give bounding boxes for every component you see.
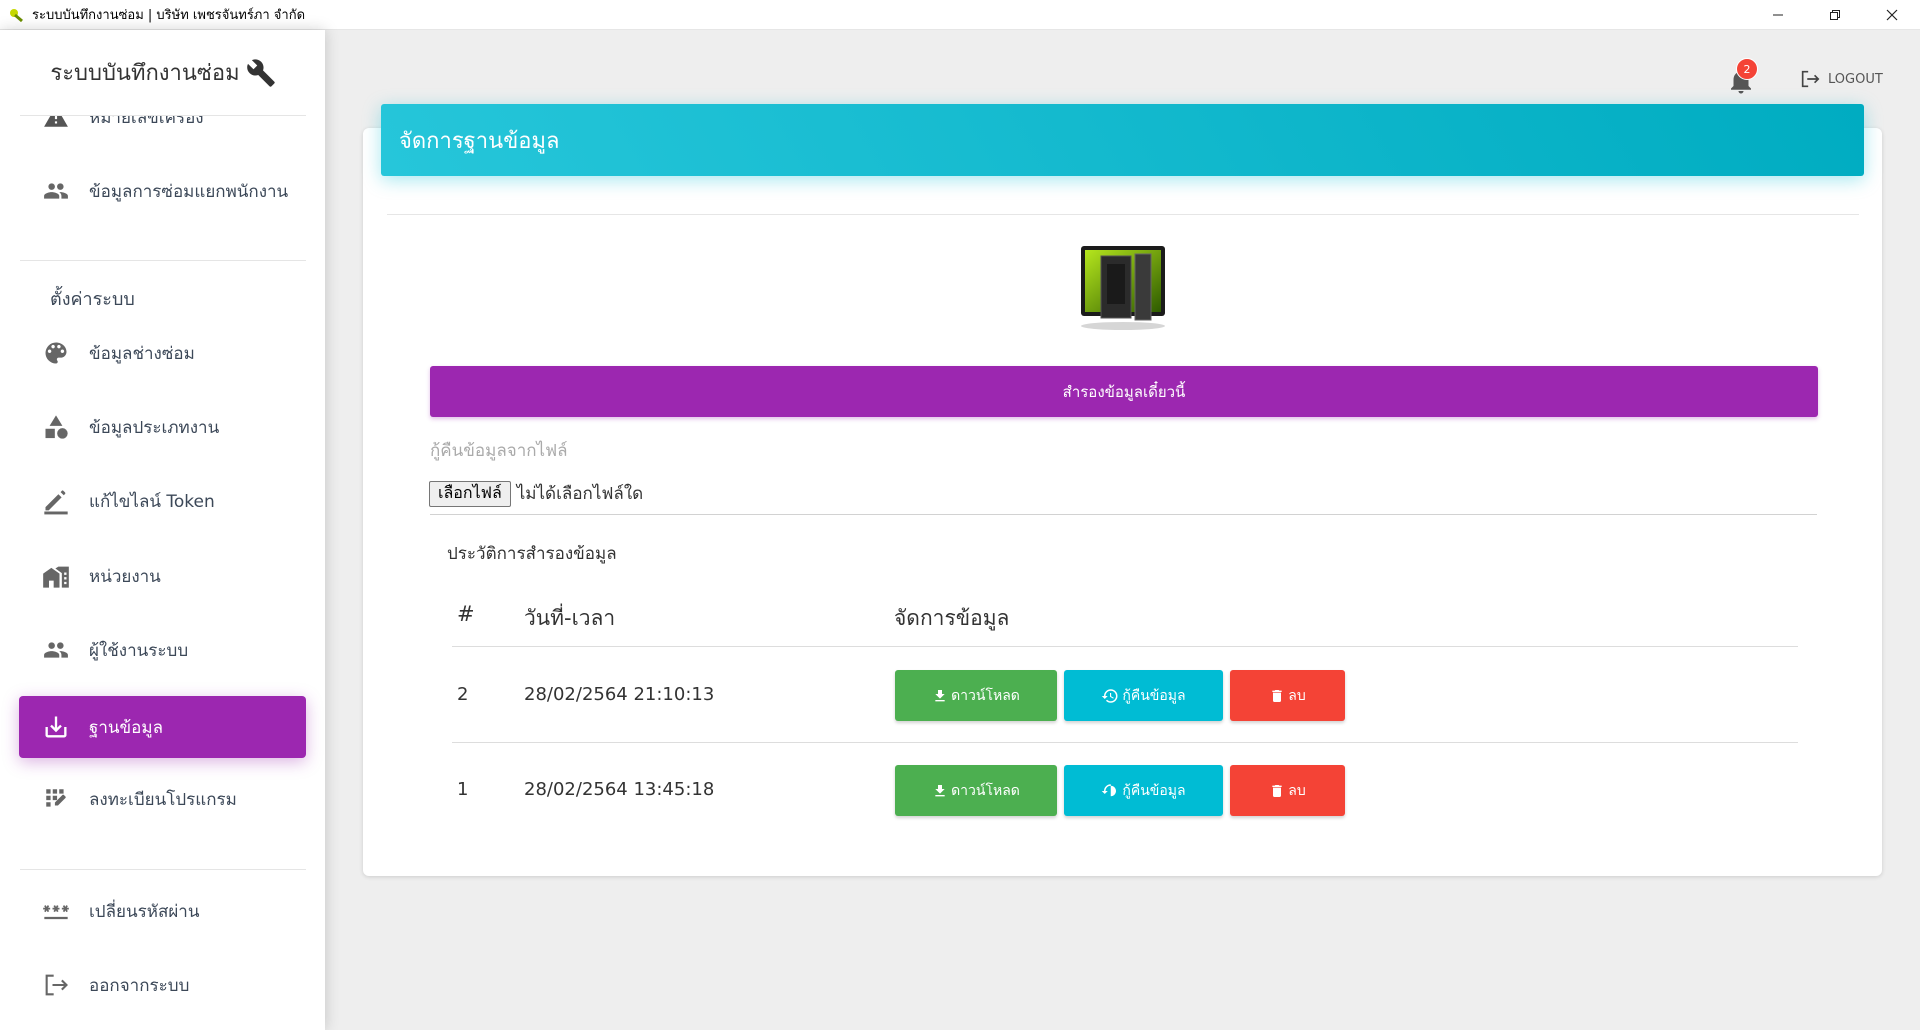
card-divider xyxy=(387,214,1859,215)
grid-edit-icon xyxy=(46,789,66,807)
download-button[interactable]: ดาวน์โหลด xyxy=(895,765,1057,816)
table-divider xyxy=(452,646,1798,647)
server-image xyxy=(1081,246,1165,330)
download-icon xyxy=(935,784,945,796)
restore-button[interactable]: กู้คืนข้อมูล xyxy=(1064,765,1223,816)
sidebar-divider xyxy=(20,260,306,261)
close-icon xyxy=(1886,9,1897,21)
trash-icon xyxy=(1272,689,1282,702)
sidebar-item-register-program[interactable]: ลงทะเบียนโปรแกรม xyxy=(19,768,306,830)
home-work-icon xyxy=(43,566,69,588)
people-icon xyxy=(44,642,68,658)
shapes-icon xyxy=(45,415,68,439)
sidebar-divider xyxy=(20,869,306,870)
sidebar-item-label: ลงทะเบียนโปรแกรม xyxy=(89,789,237,810)
sidebar-item-label: เปลี่ยนรหัสผ่าน xyxy=(89,901,200,922)
sidebar-item-line-token[interactable]: แก้ไขไลน์ Token xyxy=(19,470,306,532)
edit-icon xyxy=(44,490,68,515)
sidebar-item-departments[interactable]: หน่วยงาน xyxy=(19,545,306,607)
palette-icon xyxy=(45,342,67,364)
table-cell-number: 1 xyxy=(457,779,469,800)
restore-window-button[interactable] xyxy=(1806,0,1863,30)
sidebar-item-label: หน่วยงาน xyxy=(89,566,161,587)
backup-history-title: ประวัติการสำรองข้อมูล xyxy=(447,544,617,564)
card-title: จัดการฐานข้อมูล xyxy=(399,128,560,154)
sidebar-item-label: ข้อมูลการซ่อมแยกพนักงาน xyxy=(89,181,289,202)
sidebar-item-system-users[interactable]: ผู้ใช้งานระบบ xyxy=(19,619,306,681)
choose-file-button[interactable]: เลือกไฟล์ xyxy=(429,480,511,507)
people-icon xyxy=(44,183,68,199)
backup-now-button[interactable]: สำรองข้อมูลเดี๋ยวนี้ xyxy=(430,366,1818,417)
trash-icon xyxy=(1272,784,1282,797)
wrench-icon xyxy=(246,58,275,87)
sidebar-item-logout[interactable]: ออกจากระบบ xyxy=(19,954,306,1016)
close-window-button[interactable] xyxy=(1863,0,1920,30)
window-title: ระบบบันทึกงานซ่อม | บริษัท เพชรจันทร์ภา … xyxy=(32,8,306,23)
table-cell-datetime: 28/02/2564 21:10:13 xyxy=(524,684,715,705)
logout-label: LOGOUT xyxy=(1828,71,1883,87)
sidebar-item-label: ออกจากระบบ xyxy=(89,975,190,996)
restore-from-file-label: กู้คืนข้อมูลจากไฟล์ xyxy=(430,441,568,461)
logout-icon xyxy=(1801,70,1820,88)
history-icon xyxy=(1102,783,1117,796)
table-header-number: # xyxy=(457,602,475,626)
sidebar-item-change-password[interactable]: เปลี่ยนรหัสผ่าน xyxy=(19,880,306,942)
restore-window-icon xyxy=(1829,10,1840,20)
sidebar-item-job-types[interactable]: ข้อมูลประเภทงาน xyxy=(19,396,306,458)
sidebar-item-label: ฐานข้อมูล xyxy=(89,717,164,738)
card-header: จัดการฐานข้อมูล xyxy=(381,104,1864,176)
delete-button[interactable]: ลบ xyxy=(1230,670,1345,721)
table-cell-number: 2 xyxy=(457,684,469,705)
file-input[interactable]: เลือกไฟล์ ไม่ได้เลือกไฟล์ใด xyxy=(429,480,643,507)
delete-button[interactable]: ลบ xyxy=(1230,765,1345,816)
minimize-icon xyxy=(1772,14,1783,16)
sidebar-item-label: ข้อมูลช่างซ่อม xyxy=(89,343,195,364)
table-header-datetime: วันที่-เวลา xyxy=(524,606,616,630)
file-status: ไม่ได้เลือกไฟล์ใด xyxy=(516,484,644,504)
minimize-button[interactable] xyxy=(1749,0,1806,30)
sidebar-item-label: ผู้ใช้งานระบบ xyxy=(89,640,189,661)
sidebar: ระบบบันทึกงานซ่อม หมายเลขเครื่อง ระบบบัน… xyxy=(0,30,325,1030)
notification-badge: 2 xyxy=(1736,58,1758,80)
sidebar-item-label: ข้อมูลประเภทงาน xyxy=(89,417,220,438)
window-titlebar: ระบบบันทึกงานซ่อม | บริษัท เพชรจันทร์ภา … xyxy=(0,0,1920,30)
sidebar-brand-overlay: ระบบบันทึกงานซ่อม xyxy=(20,30,306,116)
table-divider xyxy=(452,742,1798,743)
table-cell-datetime: 28/02/2564 13:45:18 xyxy=(524,779,715,800)
logout-link[interactable]: LOGOUT xyxy=(1798,68,1883,90)
file-divider xyxy=(430,514,1817,515)
restore-button[interactable]: กู้คืนข้อมูล xyxy=(1064,670,1223,721)
sidebar-item-technicians[interactable]: ข้อมูลช่างซ่อม xyxy=(19,322,306,384)
sidebar-item-database[interactable]: ฐานข้อมูล xyxy=(19,696,306,758)
table-header-actions: จัดการข้อมูล xyxy=(894,606,1010,630)
download-icon xyxy=(935,689,945,701)
logout-icon xyxy=(45,974,68,996)
sidebar-section-settings: ตั้งค่าระบบ xyxy=(50,289,135,310)
sidebar-item-label: แก้ไขไลน์ Token xyxy=(89,491,215,512)
app-icon xyxy=(10,8,23,22)
download-button[interactable]: ดาวน์โหลด xyxy=(895,670,1057,721)
password-icon xyxy=(43,905,69,920)
download-icon xyxy=(45,716,67,738)
history-icon xyxy=(1102,688,1118,703)
sidebar-item-repair-by-staff[interactable]: ข้อมูลการซ่อมแยกพนักงาน xyxy=(19,160,306,222)
